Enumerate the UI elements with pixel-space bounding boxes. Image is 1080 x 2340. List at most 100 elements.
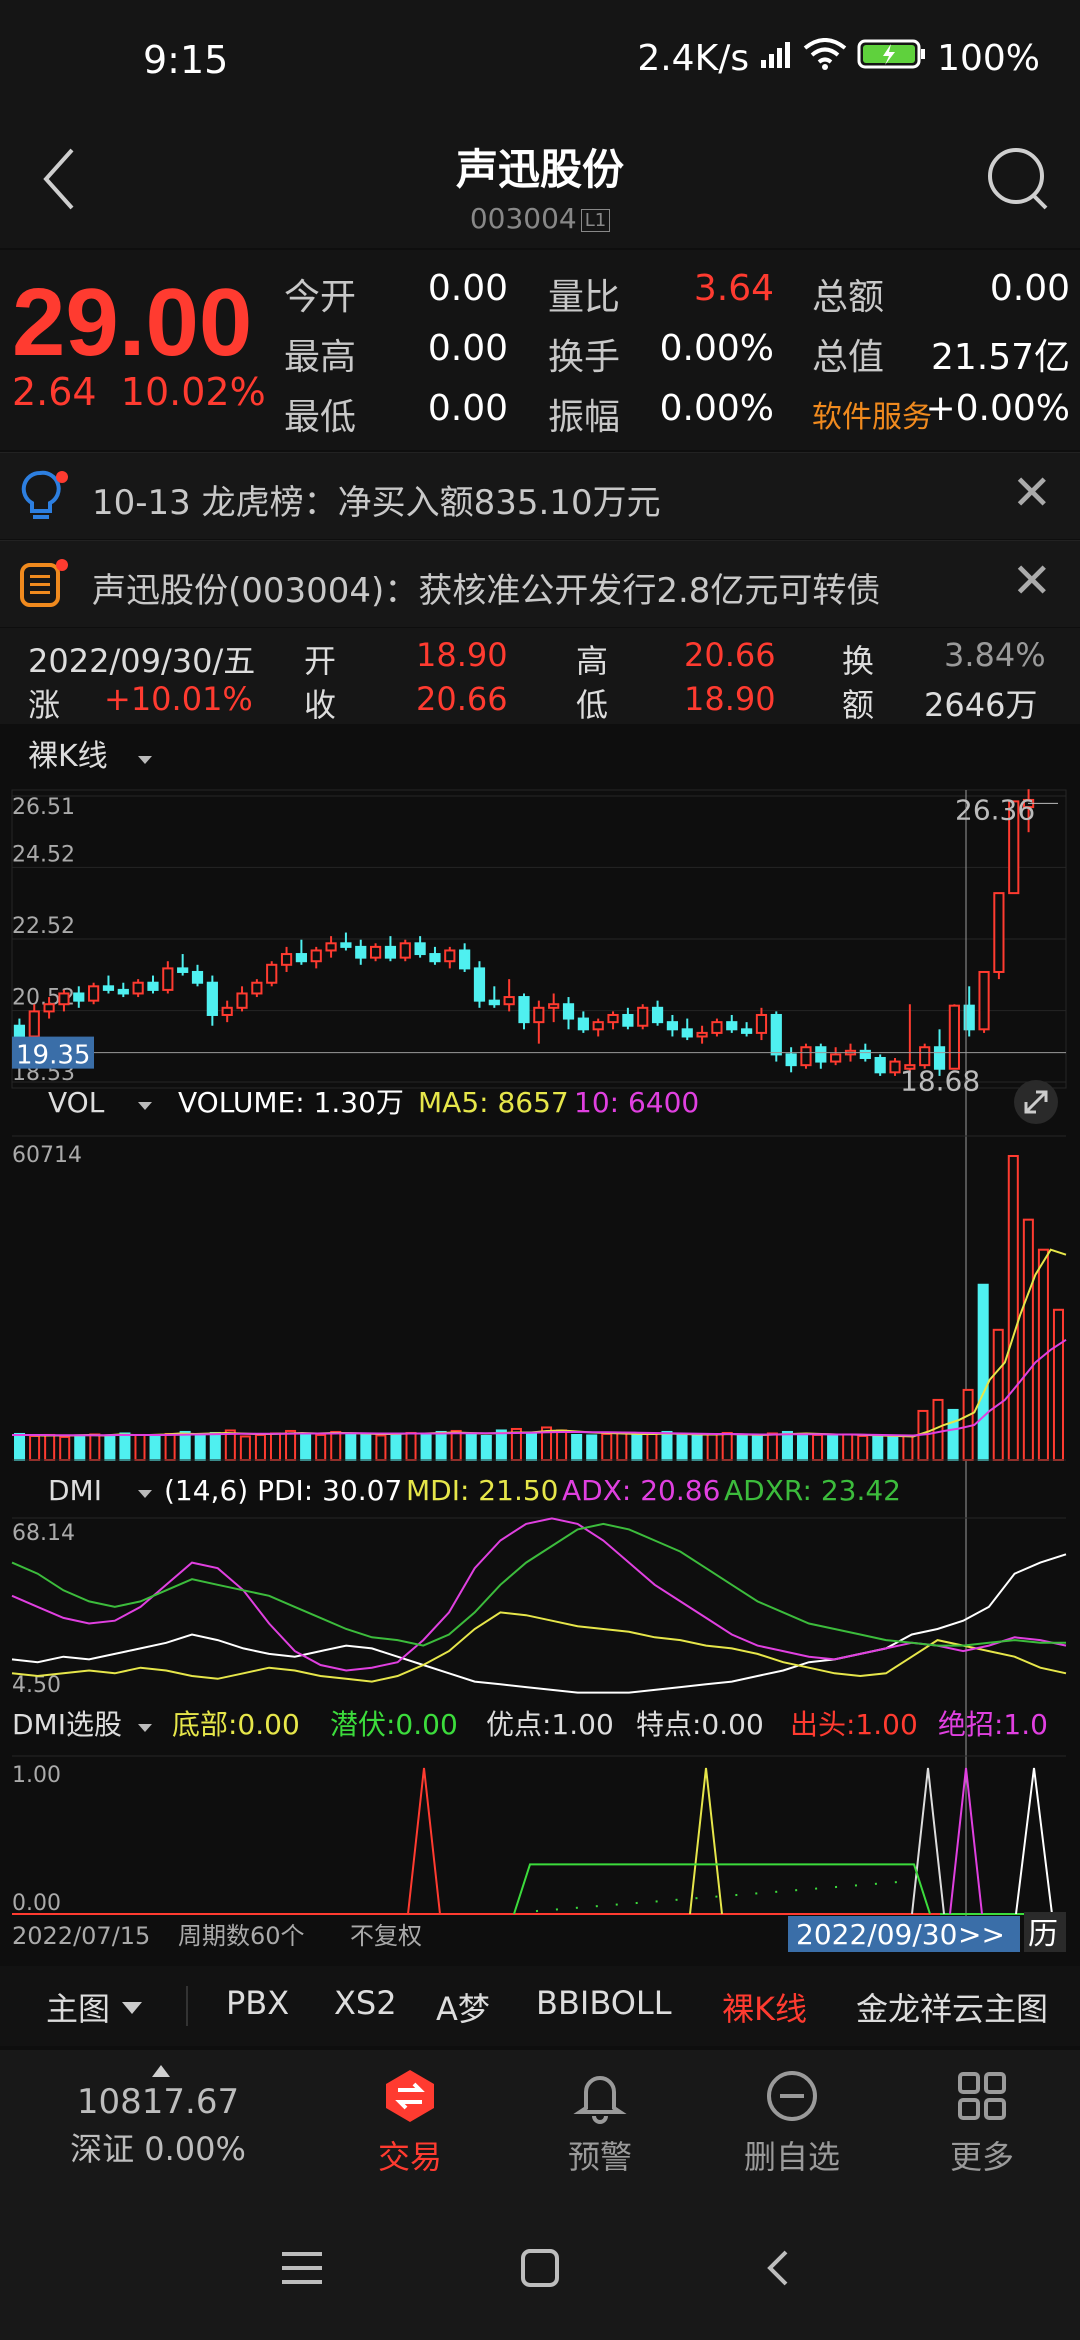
quote-value-2: 0.00 [989,268,1070,309]
stock-header: 声迅股份 003004 L1 [0,120,1080,248]
candle-body-61 [919,1046,931,1067]
nav-alert[interactable]: 预警 [520,2068,680,2178]
vol-bar-40 [616,1431,628,1461]
x-start-label: 2022/07/15 [12,1922,150,1950]
indicator-tab-3[interactable]: A梦 [436,1984,490,2030]
dmi-select-legend-1: 潜伏:0.00 [330,1708,458,1741]
vol-bar-23 [360,1433,372,1462]
amount-value: 2646万 [924,686,1038,724]
menu-icon[interactable] [282,2250,322,2290]
quote-label-5: 总值 [812,337,885,378]
index-summary[interactable]: 深证 0.00% [58,2124,258,2170]
candle-body-14 [221,1006,233,1016]
spike-red [407,1767,441,1915]
chart-type-chevron-icon [138,756,152,764]
network-speed: 2.4K/s [637,38,750,79]
nav-trade[interactable]: 交易 [330,2068,490,2178]
candle-body-51 [770,1013,782,1056]
kline-ytick-2: 22.52 [12,914,75,939]
back-nav-icon[interactable] [764,2248,792,2292]
candle-body-65 [978,970,990,1031]
indicator-tab-6[interactable]: 金龙祥云主图 [856,1984,1048,2030]
candle-body-48 [726,1021,738,1031]
candle-body-55 [830,1053,842,1063]
dmi-select-ytick-top: 1.00 [12,1763,61,1788]
high-value: 20.66 [684,636,776,674]
vol-bar-36 [556,1429,568,1461]
amount-label: 额 [842,686,875,724]
vol-bar-18 [285,1429,297,1462]
notice-bond[interactable]: 声迅股份(003004)：获核准公开发行2.8亿元可转债 ✕ [0,540,1080,627]
vol-bar-53 [812,1433,824,1462]
vol-legend-ma10: 10: 6400 [574,1086,699,1119]
quote-value-6: 0.00 [427,388,508,429]
vol-bar-29 [450,1429,462,1462]
open-value: 18.90 [416,636,508,674]
candle-body-5 [88,985,100,1002]
crosshair-price: 19.35 [16,1041,90,1071]
candle-body-23 [355,945,367,959]
vol-bar-31 [480,1434,492,1461]
vol-bar-12 [194,1433,206,1461]
notice-text: 10-13 龙虎榜：净买入额835.10万元 [92,483,661,523]
nav-more[interactable]: 更多 [902,2068,1062,2178]
vol-bar-6 [104,1435,116,1462]
vol-bar-11 [179,1430,191,1461]
home-icon[interactable] [520,2248,560,2292]
rise-value: +10.01% [104,680,253,718]
vol-bar-15 [239,1435,251,1462]
chart-svg[interactable]: 裸K线26.5124.5222.5220.5218.5319.3526.3618… [0,726,1080,1962]
vol-bar-10 [164,1432,176,1462]
nav-alert-label: 预警 [567,2138,632,2176]
indicator-tab-0[interactable]: 主图 [46,1984,110,2030]
index-value[interactable]: 10817.67 [58,2082,258,2122]
bulb-icon [18,469,68,529]
low-value: 18.90 [684,680,776,718]
candle-body-22 [340,942,352,948]
nav-more-label: 更多 [949,2138,1014,2176]
status-bar: 9:15 2.4K/s 100% [0,0,1080,120]
dmi-select-legend-2: 优点:1.00 [486,1708,614,1741]
candle-body-42 [637,1006,649,1027]
close-icon[interactable]: ✕ [1012,553,1052,609]
indicator-tab-5[interactable]: 裸K线 [722,1984,807,2030]
turnover-label: 换 [842,642,875,680]
indicator-tab-1[interactable]: PBX [226,1984,289,2022]
spike-white-2 [1015,1767,1053,1915]
vol-bar-27 [420,1432,432,1462]
bell-icon [573,2076,627,2124]
dmi-legend-adx: ADX: 20.86 [562,1474,720,1507]
indicator-tab-2[interactable]: XS2 [334,1984,397,2022]
vol-bar-13 [209,1431,221,1461]
quote-label-1: 量比 [548,277,621,318]
chevron-down-icon [122,2002,142,2014]
vol-bar-48 [736,1433,748,1462]
chart-area[interactable]: 裸K线 26.51 24.52 22.52 20.52 18.53 19.35 26.36 18… [0,726,1080,1962]
candle-body-31 [473,967,486,1002]
vol-bar-16 [254,1433,266,1462]
vol-legend-volume: VOLUME: 1.30万 [178,1086,404,1119]
search-button[interactable] [984,144,1052,218]
notice-dragon-tiger[interactable]: 10-13 龙虎榜：净买入额835.10万元 ✕ [0,452,1080,539]
vol-bar-1 [29,1434,41,1461]
quote-label-3: 最高 [284,337,357,378]
kline-max-label: 26.36 [955,793,1035,826]
dmi-select-legend-0: 底部:0.00 [172,1708,300,1741]
quote-value-7: 0.00% [659,388,774,429]
vol-bar-8 [134,1433,146,1462]
nav-remove-watchlist[interactable]: 删自选 [712,2068,872,2178]
close-icon[interactable]: ✕ [1012,465,1052,521]
candle-body-3 [58,992,70,1006]
candle-body-15 [236,992,248,1009]
close-label: 收 [304,686,337,724]
dmi-legend-adxr: ADXR: 23.42 [724,1474,901,1507]
indicator-tab-4[interactable]: BBIBOLL [536,1984,672,2022]
document-icon [18,559,68,615]
candle-body-25 [384,945,397,959]
quote-panel: 29.00 2.64 10.02% 今开 0.00 量比 3.64 总额 0.00 最高 0.… [0,250,1080,450]
candle-body-54 [815,1046,827,1063]
vol-bar-38 [586,1434,598,1461]
candle-body-63 [948,1004,960,1070]
status-time: 9:15 [143,38,229,82]
vol-bar-52 [796,1432,809,1462]
